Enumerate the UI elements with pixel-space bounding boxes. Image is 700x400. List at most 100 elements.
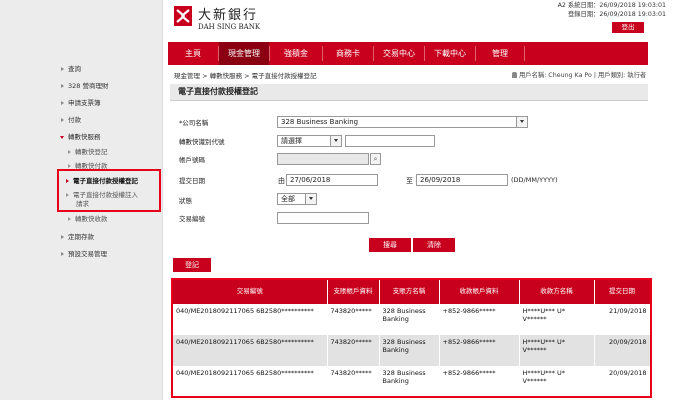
chevron-right-icon <box>61 252 64 256</box>
chevron-down-icon <box>60 135 64 139</box>
logo-text-en: DAH SING BANK <box>198 23 261 31</box>
sidebar-item-fps-register[interactable]: 轉數快登記 <box>68 146 108 156</box>
nav-cash-management[interactable]: 現金管理 <box>219 42 269 65</box>
col-header[interactable]: 支賬方名稱 <box>379 280 440 304</box>
cell-txn-no[interactable]: 040/ME2018092117065 6B2580********** <box>173 304 328 335</box>
company-select[interactable]: 328 Business Banking <box>277 116 528 128</box>
proxy-type-value: 請選擇 <box>281 137 302 145</box>
cell-debtor-name: 328 Business Banking <box>379 304 440 335</box>
chevron-right-icon <box>68 164 71 168</box>
sidebar-item-chequebook[interactable]: 申請支票簿 <box>61 97 101 107</box>
status-value: 全部 <box>281 195 295 203</box>
search-button[interactable]: 搜尋 <box>369 238 411 252</box>
bank-logo: 大新銀行 DAH SING BANK <box>174 4 294 36</box>
search-icon[interactable]: ⌕ <box>370 153 381 165</box>
from-date-value: 27/06/2018 <box>290 176 331 184</box>
cell-submit-date: 21/09/2018 <box>594 304 650 335</box>
chevron-right-icon <box>61 84 64 88</box>
nav-mpf[interactable]: 強積金 <box>270 42 322 65</box>
page-title: 電子直接付款授權登記 <box>170 84 648 101</box>
proxy-id-input[interactable] <box>345 135 435 147</box>
to-date-input[interactable]: 26/09/2018 <box>416 174 508 186</box>
nav-download-center[interactable]: 下載中心 <box>425 42 475 65</box>
sidebar-item-label: 轉數快登記 <box>75 148 108 156</box>
sidebar-item-label: 申請支票簿 <box>68 99 101 107</box>
sidebar-item-label: 查詢 <box>68 65 81 73</box>
bank-logo-icon <box>174 6 192 26</box>
chevron-down-icon[interactable] <box>305 194 316 204</box>
nav-transaction-center[interactable]: 交易中心 <box>374 42 424 65</box>
submit-date-label: 提交日期 <box>179 177 205 185</box>
sidebar-item-label: 328 營商理財 <box>68 82 109 90</box>
nav-admin[interactable]: 管理 <box>476 42 524 65</box>
cell-debit-account: 743820***** <box>327 366 380 396</box>
user-info: 用戶名稱: Cheung Ka Po | 用戶類別: 執行者 <box>512 70 646 79</box>
chevron-right-icon <box>61 118 64 122</box>
col-header[interactable]: 收款方名稱 <box>519 280 595 304</box>
logout-button[interactable]: 登出 <box>612 22 644 33</box>
chevron-right-icon <box>61 101 64 105</box>
cell-submit-date: 20/09/2018 <box>594 366 650 396</box>
col-header[interactable]: 支賬帳戶資料 <box>327 280 380 304</box>
account-input[interactable] <box>277 153 369 165</box>
clear-button[interactable]: 清除 <box>413 238 455 252</box>
sidebar-highlight-box <box>57 169 161 212</box>
from-date-input[interactable]: 27/06/2018 <box>286 174 378 186</box>
sidebar-item-label: 預設交易管理 <box>68 250 107 258</box>
chevron-right-icon <box>68 150 71 154</box>
cell-credit-account: +852-9866***** <box>439 366 520 396</box>
company-select-value: 328 Business Banking <box>281 118 359 126</box>
company-label: *公司名稱 <box>179 119 209 127</box>
account-label: 帳戶號碼 <box>179 156 205 164</box>
system-date-label: A2 系統日期： <box>557 2 600 9</box>
sidebar-item-preset-txn[interactable]: 預設交易管理 <box>61 248 107 258</box>
sidebar-item-fps[interactable]: 轉數快服務 <box>60 131 101 141</box>
cell-creditor-name: H****U*** U* V****** <box>519 366 595 396</box>
chevron-down-icon[interactable] <box>516 117 527 127</box>
table-row[interactable]: 040/ME2018092117065 6B2580********** 743… <box>173 366 650 396</box>
chevron-down-icon[interactable] <box>330 136 341 146</box>
col-header[interactable]: 交易編號 <box>173 280 328 304</box>
cell-debtor-name: 328 Business Banking <box>379 366 440 396</box>
to-date-value: 26/09/2018 <box>420 176 461 184</box>
breadcrumb: 現金管理 > 轉數快服務 > 電子直接付款授權登記 <box>174 72 317 80</box>
login-date-label: 登錄日期： <box>567 10 600 18</box>
login-date: 26/09/2018 19:03:01 <box>599 10 666 18</box>
sidebar-item-inquiry[interactable]: 查詢 <box>61 63 81 73</box>
chevron-right-icon <box>68 217 71 221</box>
txn-no-input[interactable] <box>277 212 369 224</box>
cell-txn-no[interactable]: 040/ME2018092117065 6B2580********** <box>173 366 328 396</box>
user-info-text: 用戶名稱: Cheung Ka Po | 用戶類別: 執行者 <box>519 72 647 79</box>
nav-business-card[interactable]: 商務卡 <box>323 42 373 65</box>
sidebar-item-time-deposit[interactable]: 定期存款 <box>61 231 94 241</box>
logo-text-cn: 大新銀行 <box>198 8 259 23</box>
main-nav: 主頁 現金管理 強積金 商務卡 交易中心 下載中心 管理 <box>168 42 648 65</box>
register-button[interactable]: 登記 <box>173 258 211 272</box>
cell-txn-no[interactable]: 040/ME2018092117065 6B2580********** <box>173 335 328 366</box>
sidebar-item-328[interactable]: 328 營商理財 <box>61 80 108 90</box>
sidebar-item-label: 定期存款 <box>68 233 94 241</box>
cell-debit-account: 743820***** <box>327 304 380 335</box>
session-info: A2 系統日期：26/09/2018 19:03:01 登錄日期：26/09/2… <box>558 2 666 19</box>
to-label: 至 <box>406 177 413 185</box>
table-row[interactable]: 040/ME2018092117065 6B2580********** 743… <box>173 304 650 335</box>
nav-home[interactable]: 主頁 <box>168 42 218 65</box>
user-icon <box>512 72 517 78</box>
col-header[interactable]: 收款帳戶資料 <box>439 280 520 304</box>
cell-creditor-name: H****U*** U* V****** <box>519 304 595 335</box>
date-format-hint: (DD/MM/YYYY) <box>511 176 558 184</box>
from-label: 由 <box>278 177 285 185</box>
sidebar-item-payment[interactable]: 付款 <box>61 114 81 124</box>
sidebar-item-fps-receive[interactable]: 轉數快收款 <box>68 213 108 223</box>
cell-credit-account: +852-9866***** <box>439 335 520 366</box>
status-label: 狀態 <box>179 197 192 205</box>
cell-debit-account: 743820***** <box>327 335 380 366</box>
col-header[interactable]: 提交日期 <box>594 280 650 304</box>
table-row[interactable]: 040/ME2018092117065 6B2580********** 743… <box>173 335 650 366</box>
cell-creditor-name: H****U*** U* V****** <box>519 335 595 366</box>
results-table: 交易編號 支賬帳戶資料 支賬方名稱 收款帳戶資料 收款方名稱 提交日期 040/… <box>171 278 652 398</box>
sidebar-item-label: 轉數快收款 <box>75 215 108 223</box>
sidebar-item-label: 付款 <box>68 116 81 124</box>
cell-debtor-name: 328 Business Banking <box>379 335 440 366</box>
system-date: 26/09/2018 19:03:01 <box>599 2 666 9</box>
